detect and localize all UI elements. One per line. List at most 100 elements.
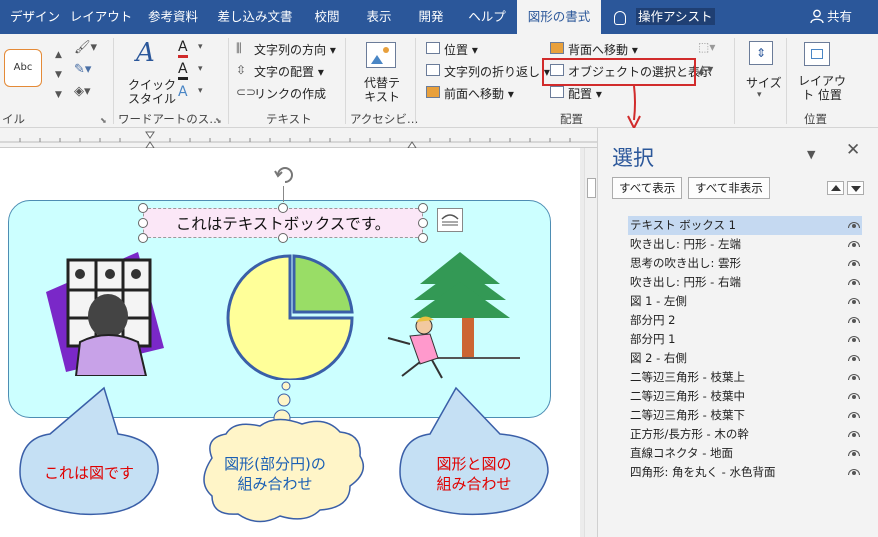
size-button[interactable]: サイズ xyxy=(746,74,782,91)
person-icon xyxy=(810,9,824,24)
figure-person-at-window[interactable] xyxy=(46,252,168,376)
ribbon-tab-bar: デザイン レイアウト 参考資料 差し込み文書 校閲 表示 開発 ヘルプ 図形の書… xyxy=(0,0,878,34)
dialog-launcher-icon[interactable]: ⬊ xyxy=(215,116,222,125)
tab-shape-format[interactable]: 図形の書式 xyxy=(517,0,601,34)
text-fill-icon[interactable]: A xyxy=(178,40,188,58)
show-all-button[interactable]: すべて表示 xyxy=(612,177,683,199)
tell-me-label: 操作アシスト xyxy=(636,8,715,25)
tree-and-runner-figure[interactable] xyxy=(380,248,540,388)
pane-options-chevron-icon[interactable]: ▼ xyxy=(807,148,815,161)
quick-style-icon[interactable]: A xyxy=(136,38,155,68)
eye-icon[interactable] xyxy=(848,260,860,266)
send-backward-button[interactable]: 背面へ移動 ▾ xyxy=(568,41,638,58)
document-page[interactable]: これはテキストボックスです。 これは図です 図形(部分円)の 組み合わせ 図形と… xyxy=(0,148,580,537)
resize-handle[interactable] xyxy=(138,233,148,243)
group-label-text: テキスト xyxy=(266,112,312,126)
list-item[interactable]: 二等辺三角形 - 枝葉中 xyxy=(628,387,862,406)
rotate-icon[interactable]: ◭▾ xyxy=(698,62,713,76)
tab-layout[interactable]: レイアウト xyxy=(68,0,134,34)
resize-handle[interactable] xyxy=(138,203,148,213)
bring-forward-icon xyxy=(426,86,440,98)
eye-icon[interactable] xyxy=(848,374,860,380)
shape-outline-icon[interactable]: ✎▾ xyxy=(74,62,91,77)
list-item[interactable]: 部分円 1 xyxy=(628,330,862,349)
eye-icon[interactable] xyxy=(848,355,860,361)
shape-effects-icon[interactable]: ◈▾ xyxy=(74,84,91,99)
size-icon[interactable]: ⇕ xyxy=(749,41,773,65)
group-icon[interactable]: ⬚▾ xyxy=(698,40,715,54)
eye-icon[interactable] xyxy=(848,241,860,247)
group-separator xyxy=(734,38,735,124)
tab-review[interactable]: 校閲 xyxy=(304,0,350,34)
layout-position-icon[interactable] xyxy=(804,42,830,66)
list-item[interactable]: 四角形: 角を丸く - 水色背面 xyxy=(628,463,862,482)
horizontal-ruler[interactable] xyxy=(0,128,597,149)
list-item[interactable]: 思考の吹き出し: 雲形 xyxy=(628,254,862,273)
eye-icon[interactable] xyxy=(848,393,860,399)
align-button[interactable]: 配置 ▾ xyxy=(568,85,602,102)
eye-icon[interactable] xyxy=(848,431,860,437)
lightbulb-icon xyxy=(614,10,626,25)
text-effects-icon[interactable]: A xyxy=(178,84,188,100)
resize-handle[interactable] xyxy=(138,218,148,228)
list-item[interactable]: 吹き出し: 円形 - 右端 xyxy=(628,273,862,292)
list-item[interactable]: 直線コネクタ - 地面 xyxy=(628,444,862,463)
list-item[interactable]: 二等辺三角形 - 枝葉下 xyxy=(628,406,862,425)
callout-mid-label: 図形(部分円)の 組み合わせ xyxy=(224,455,326,493)
send-backward-arrow-icon[interactable] xyxy=(847,181,864,195)
quick-style-button[interactable]: クイック スタイル xyxy=(128,78,176,106)
group-label-arrange: 配置 xyxy=(560,112,583,126)
tab-mailings[interactable]: 差し込み文書 xyxy=(212,0,298,34)
shape-fill-icon[interactable]: 🖌▾ xyxy=(74,40,97,55)
tab-developer[interactable]: 開発 xyxy=(408,0,454,34)
position-button[interactable]: 位置 ▾ xyxy=(444,41,478,58)
tab-help[interactable]: ヘルプ xyxy=(462,0,512,34)
close-icon[interactable]: ✕ xyxy=(846,140,860,160)
resize-handle[interactable] xyxy=(418,218,428,228)
list-item[interactable]: テキスト ボックス 1 xyxy=(628,216,862,235)
resize-handle[interactable] xyxy=(418,233,428,243)
list-item[interactable]: 部分円 2 xyxy=(628,311,862,330)
list-item[interactable]: 二等辺三角形 - 枝葉上 xyxy=(628,368,862,387)
tab-view[interactable]: 表示 xyxy=(356,0,402,34)
document-area: これはテキストボックスです。 これは図です 図形(部分円)の 組み合わせ 図形と… xyxy=(0,148,597,537)
vertical-scrollbar[interactable] xyxy=(584,148,597,537)
hide-all-button[interactable]: すべて非表示 xyxy=(688,177,770,199)
resize-handle[interactable] xyxy=(278,233,288,243)
eye-icon[interactable] xyxy=(848,298,860,304)
dialog-launcher-icon[interactable]: ⬊ xyxy=(100,116,107,125)
eye-icon[interactable] xyxy=(848,336,860,342)
layout-position-button[interactable]: レイアウ ト 位置 xyxy=(798,74,846,102)
bring-forward-button[interactable]: 前面へ移動 ▾ xyxy=(444,85,514,102)
eye-icon[interactable] xyxy=(848,317,860,323)
style-gallery-scroll[interactable]: ▲ ▼ ▼ xyxy=(55,46,67,102)
alt-text-button[interactable]: 代替テ キスト xyxy=(364,76,400,104)
tab-design[interactable]: デザイン xyxy=(4,0,66,34)
create-link-button[interactable]: リンクの作成 xyxy=(254,85,326,102)
text-direction-button[interactable]: 文字列の方向 ▾ xyxy=(254,41,336,58)
eye-icon[interactable] xyxy=(848,469,860,475)
shape-style-sample[interactable]: Abc xyxy=(4,49,42,87)
share-button[interactable]: 共有 xyxy=(810,0,852,34)
resize-handle[interactable] xyxy=(418,203,428,213)
list-item[interactable]: 吹き出し: 円形 - 左端 xyxy=(628,235,862,254)
layout-options-icon[interactable] xyxy=(437,208,463,232)
eye-icon[interactable] xyxy=(848,222,860,228)
wrap-text-button[interactable]: 文字列の折り返し ▾ xyxy=(444,63,550,80)
align-text-button[interactable]: 文字の配置 ▾ xyxy=(254,63,324,80)
eye-icon[interactable] xyxy=(848,279,860,285)
ribbon: Abc ▲ ▼ ▼ 🖌▾ ✎▾ ◈▾ イル ⬊ A クイック スタイル A ▾ … xyxy=(0,34,878,128)
rotate-handle-icon[interactable] xyxy=(272,162,298,188)
partial-circle-chart[interactable] xyxy=(226,254,356,380)
resize-handle[interactable] xyxy=(278,203,288,213)
list-item[interactable]: 図 2 - 右側 xyxy=(628,349,862,368)
alt-text-icon[interactable] xyxy=(366,42,396,68)
text-outline-icon[interactable]: A xyxy=(178,62,188,80)
list-item[interactable]: 正方形/長方形 - 木の幹 xyxy=(628,425,862,444)
bring-forward-arrow-icon[interactable] xyxy=(827,181,844,195)
eye-icon[interactable] xyxy=(848,412,860,418)
list-item[interactable]: 図 1 - 左側 xyxy=(628,292,862,311)
tell-me-search[interactable]: 操作アシスト xyxy=(614,0,715,34)
eye-icon[interactable] xyxy=(848,450,860,456)
tab-references[interactable]: 参考資料 xyxy=(138,0,208,34)
